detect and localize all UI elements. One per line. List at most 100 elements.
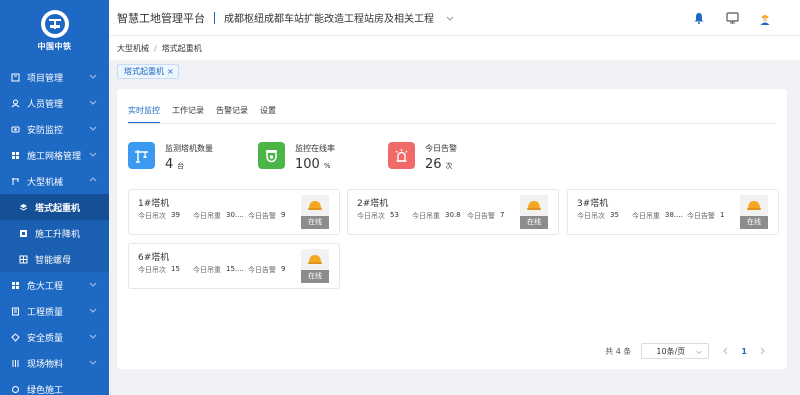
next-page-button[interactable] — [757, 344, 769, 358]
metric-value: 15.... — [226, 265, 244, 273]
metric-label: 今日告警 — [248, 212, 276, 220]
sidebar-item-grid[interactable]: 施工网格管理 — [0, 142, 109, 168]
metric-label: 今日告警 — [248, 266, 276, 274]
sidebar-item-label: 工程质量 — [27, 307, 64, 318]
metric-value: 1 — [720, 211, 725, 219]
tab-realtime[interactable]: 实时监控 — [128, 104, 160, 124]
machinery-icon — [10, 176, 20, 186]
metric-value: 39 — [171, 211, 180, 219]
sidebar-item-material[interactable]: 现场物料 — [0, 350, 109, 376]
metric-label: 今日告警 — [687, 212, 715, 220]
chevron-down-icon — [89, 74, 97, 79]
sidebar-item-label: 危大工程 — [27, 281, 64, 292]
sidebar-item-quality[interactable]: 工程质量 — [0, 298, 109, 324]
chevron-down-icon — [89, 360, 97, 365]
tab-settings[interactable]: 设置 — [260, 104, 276, 124]
stat-value: 26 — [425, 157, 442, 172]
tab-alarm-records[interactable]: 告警记录 — [216, 104, 248, 124]
metric-value: 53 — [390, 211, 399, 219]
tab-bar: 实时监控 工作记录 告警记录 设置 — [128, 104, 276, 124]
nut-icon — [18, 254, 28, 264]
metric-label: 今日吊次 — [138, 266, 166, 274]
crane-card-1[interactable]: 1#塔机 今日吊次 39 今日吊重 30.... 今日告警 9 在线 — [128, 189, 340, 235]
crane-card-6[interactable]: 6#塔机 今日吊次 15 今日吊重 15.... 今日告警 9 在线 — [128, 243, 340, 289]
user-avatar-icon[interactable] — [758, 11, 772, 25]
sidebar-subitem-elevator[interactable]: 施工升降机 — [0, 220, 109, 246]
sidebar-item-label: 人员管理 — [27, 99, 64, 110]
stat-value: 4 — [165, 157, 174, 172]
platform-title: 智慧工地管理平台 — [117, 11, 205, 25]
metric-label: 今日吊重 — [632, 212, 660, 220]
status-badge: 在线 — [740, 195, 768, 229]
helmet-icon — [747, 201, 761, 210]
alarm-icon — [388, 142, 415, 169]
chevron-up-icon — [89, 177, 97, 182]
sidebar-subitem-nut[interactable]: 智能螺母 — [0, 246, 109, 272]
stat-unit: 次 — [445, 162, 453, 170]
tag-label: 塔式起重机 — [124, 66, 164, 76]
helmet-icon — [308, 201, 322, 210]
stat-unit: 台 — [177, 162, 185, 170]
sidebar: 中国中铁 项目管理 人员管理 安防监控 施工网格管理 大型机械 塔式起重机 施工… — [0, 0, 109, 395]
sidebar-subitem-tower-crane[interactable]: 塔式起重机 — [0, 194, 109, 220]
sidebar-item-safety[interactable]: 安全质量 — [0, 324, 109, 350]
tab-work-records[interactable]: 工作记录 — [172, 104, 204, 124]
green-icon — [10, 384, 20, 394]
stat-crane-count: 监测塔机数量 4 台 — [128, 142, 213, 172]
status-badge: 在线 — [520, 195, 548, 229]
chevron-down-icon — [89, 126, 97, 131]
crec-logo-icon — [40, 10, 69, 38]
pagination-total: 共 4 条 — [605, 346, 632, 356]
crane-card-2[interactable]: 2#塔机 今日吊次 53 今日吊重 30.8 今日告警 7 在线 — [347, 189, 559, 235]
helmet-icon — [308, 255, 322, 264]
people-icon — [10, 98, 20, 108]
chevron-left-icon — [723, 347, 728, 355]
stat-unit: % — [323, 162, 331, 170]
metric-value: 30.8 — [445, 211, 461, 219]
monitor-icon[interactable] — [725, 11, 739, 25]
crane-card-3[interactable]: 3#塔机 今日吊次 35 今日吊重 38.... 今日告警 1 在线 — [567, 189, 779, 235]
helmet-icon — [527, 201, 541, 210]
logo-text: 中国中铁 — [37, 42, 72, 51]
crane-name: 6#塔机 — [138, 253, 170, 263]
metric-label: 今日吊次 — [357, 212, 385, 220]
chevron-down-icon — [89, 100, 97, 105]
tab-divider — [128, 123, 776, 124]
chevron-down-icon[interactable] — [446, 14, 454, 22]
crane-icon — [128, 142, 155, 169]
logo[interactable]: 中国中铁 — [0, 0, 109, 58]
project-icon — [10, 72, 20, 82]
sidebar-item-green[interactable]: 绿色施工 — [0, 376, 109, 395]
prev-page-button[interactable] — [719, 344, 731, 358]
elevator-icon — [18, 228, 28, 238]
breadcrumb-current: 塔式起重机 — [161, 43, 202, 53]
breadcrumb-parent[interactable]: 大型机械 — [117, 43, 149, 54]
metric-label: 今日吊次 — [577, 212, 605, 220]
sidebar-subitem-label: 智能螺母 — [35, 255, 72, 266]
sidebar-item-people[interactable]: 人员管理 — [0, 90, 109, 116]
breadcrumb: 大型机械 / 塔式起重机 — [109, 36, 800, 60]
crane-icon — [18, 202, 28, 212]
status-badge: 在线 — [301, 195, 329, 229]
page-number-current[interactable]: 1 — [741, 347, 747, 356]
metric-value: 38.... — [665, 211, 683, 219]
metric-value: 9 — [281, 265, 286, 273]
pagination: 共 4 条 10条/页 1 — [605, 343, 769, 359]
camera-icon — [10, 124, 20, 134]
bell-icon[interactable] — [692, 11, 706, 25]
sidebar-item-machinery[interactable]: 大型机械 — [0, 168, 109, 194]
sidebar-item-danger[interactable]: 危大工程 — [0, 272, 109, 298]
page-size-select[interactable]: 10条/页 — [641, 343, 710, 359]
sidebar-item-security[interactable]: 安防监控 — [0, 116, 109, 142]
tag-tower-crane[interactable]: 塔式起重机 × — [117, 63, 179, 79]
project-selector[interactable]: 成都枢纽成都车站扩能改造工程站房及相关工程 — [224, 10, 434, 25]
metric-value: 35 — [610, 211, 619, 219]
crane-name: 2#塔机 — [357, 199, 389, 209]
monitor-icon — [258, 142, 285, 169]
status-label: 在线 — [301, 216, 329, 229]
close-icon[interactable]: × — [167, 67, 174, 76]
sidebar-item-label: 现场物料 — [27, 359, 64, 370]
page-size-value: 10条/页 — [656, 346, 686, 356]
sidebar-item-project[interactable]: 项目管理 — [0, 64, 109, 90]
sidebar-item-label: 大型机械 — [27, 177, 64, 188]
